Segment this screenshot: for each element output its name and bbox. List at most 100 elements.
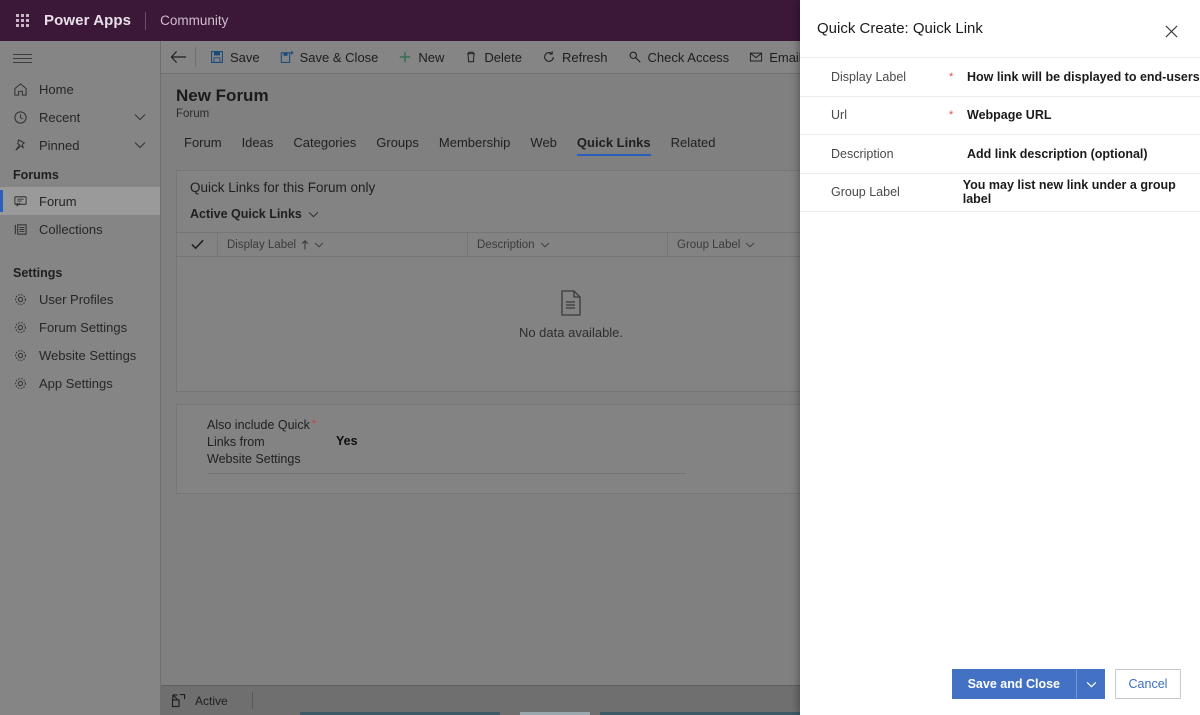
field-description: Description Add link description (option…	[800, 135, 1200, 174]
panel-header: Quick Create: Quick Link	[800, 0, 1200, 57]
tab-categories[interactable]: Categories	[283, 129, 366, 158]
tab-groups[interactable]: Groups	[366, 129, 429, 158]
statusbar-divider	[251, 692, 253, 709]
sidebar-group-forums: Forums	[13, 168, 59, 182]
email-icon	[749, 50, 763, 64]
sidebar-item-label: Website Settings	[39, 347, 137, 363]
forum-icon	[13, 194, 39, 209]
clock-icon	[13, 110, 39, 125]
display-label-input[interactable]: How link will be displayed to end-users	[967, 70, 1200, 84]
tab-forum[interactable]: Forum	[174, 129, 232, 158]
close-icon[interactable]	[1160, 21, 1182, 41]
view-selector-label: Active Quick Links	[190, 207, 302, 221]
sidebar-item-forum-settings[interactable]: Forum Settings	[0, 313, 160, 341]
command-label: Check Access	[647, 49, 730, 65]
sidebar-item-label: Recent	[39, 109, 81, 125]
hamburger-icon[interactable]	[0, 41, 160, 75]
sidebar: Home Recent Pinned Forums Forum Collecti…	[0, 41, 161, 715]
panel-title: Quick Create: Quick Link	[817, 20, 983, 37]
empty-state-message: No data available.	[518, 325, 624, 340]
chevron-down-icon	[308, 211, 319, 218]
gear-icon	[13, 376, 39, 391]
sidebar-item-label: Collections	[39, 221, 103, 237]
save-and-close-button[interactable]: Save & Close	[270, 41, 389, 73]
gear-icon	[13, 292, 39, 307]
tab-ideas[interactable]: Ideas	[232, 129, 284, 158]
page-title: New Forum	[176, 86, 269, 105]
field-label: Description	[831, 146, 894, 161]
tab-web[interactable]: Web	[520, 129, 567, 158]
column-label: Group Label	[677, 238, 741, 251]
field-label: Url	[831, 108, 847, 123]
cancel-button[interactable]: Cancel	[1115, 669, 1181, 699]
select-all-checkmark-icon[interactable]	[177, 239, 217, 250]
save-icon	[210, 50, 224, 64]
column-label: Description	[477, 238, 535, 251]
chevron-down-icon[interactable]	[745, 242, 755, 248]
command-divider	[195, 47, 196, 67]
app-brand-label[interactable]: Power Apps	[44, 12, 131, 29]
panel-fields: Display Label * How link will be display…	[800, 57, 1200, 212]
chevron-down-icon[interactable]	[134, 113, 146, 121]
open-record-icon[interactable]	[161, 693, 195, 708]
required-marker: *	[949, 70, 954, 83]
sidebar-item-pinned[interactable]: Pinned	[0, 131, 160, 159]
collections-icon	[13, 222, 39, 237]
sidebar-item-label: User Profiles	[39, 291, 114, 307]
quick-create-panel: Quick Create: Quick Link Display Label *…	[800, 0, 1200, 715]
gear-icon	[13, 320, 39, 335]
description-input[interactable]: Add link description (optional)	[967, 147, 1148, 161]
command-label: New	[418, 49, 445, 65]
refresh-button[interactable]: Refresh	[532, 41, 618, 73]
chevron-down-icon[interactable]	[134, 141, 146, 149]
save-and-close-button[interactable]: Save and Close	[951, 669, 1076, 699]
field-value[interactable]: Yes	[336, 417, 358, 468]
form-tablist: Forum Ideas Categories Groups Membership…	[174, 129, 725, 158]
tab-quick-links[interactable]: Quick Links	[567, 129, 661, 158]
column-label: Display Label	[227, 238, 297, 251]
sidebar-group-settings: Settings	[13, 266, 63, 280]
tab-related[interactable]: Related	[661, 129, 726, 158]
sidebar-item-label: App Settings	[39, 375, 113, 391]
back-arrow-icon[interactable]	[161, 50, 195, 64]
sidebar-item-label: Forum Settings	[39, 319, 128, 335]
save-close-icon	[280, 50, 294, 64]
pin-icon	[13, 138, 39, 153]
sidebar-item-label: Forum	[39, 193, 77, 209]
environment-label[interactable]: Community	[160, 13, 228, 28]
sort-ascending-icon	[301, 239, 309, 250]
app-root: Power Apps Community Home Recent Pinned …	[0, 0, 1200, 715]
chevron-down-icon[interactable]	[314, 242, 324, 248]
sidebar-item-recent[interactable]: Recent	[0, 103, 160, 131]
sidebar-item-website-settings[interactable]: Website Settings	[0, 341, 160, 369]
required-marker: *	[312, 418, 317, 430]
save-button[interactable]: Save	[200, 41, 270, 73]
delete-button[interactable]: Delete	[454, 41, 532, 73]
field-label: Group Label	[831, 185, 900, 200]
group-label-input[interactable]: You may list new link under a group labe…	[963, 178, 1200, 206]
sidebar-item-collections[interactable]: Collections	[0, 215, 160, 243]
field-label: Display Label	[831, 69, 907, 84]
column-header-display-label[interactable]: Display Label	[217, 232, 467, 257]
command-label: Save	[230, 49, 260, 65]
sidebar-item-home[interactable]: Home	[0, 75, 160, 103]
field-group-label: Group Label You may list new link under …	[800, 174, 1200, 212]
new-button[interactable]: New	[388, 41, 454, 73]
entity-name: Forum	[176, 108, 210, 120]
tab-membership[interactable]: Membership	[429, 129, 521, 158]
command-label: Save & Close	[299, 49, 379, 65]
url-input[interactable]: Webpage URL	[967, 108, 1052, 122]
sidebar-item-forum[interactable]: Forum	[0, 187, 160, 215]
save-and-close-split-button[interactable]: Save and Close	[951, 669, 1105, 699]
chevron-down-icon[interactable]	[1077, 669, 1105, 699]
sidebar-item-app-settings[interactable]: App Settings	[0, 369, 160, 397]
panel-footer: Save and Close Cancel	[800, 653, 1200, 715]
waffle-icon[interactable]	[0, 14, 44, 27]
column-header-description[interactable]: Description	[467, 232, 667, 257]
topbar-divider	[145, 11, 147, 30]
chevron-down-icon[interactable]	[540, 242, 550, 248]
check-access-button[interactable]: Check Access	[618, 41, 740, 73]
refresh-icon	[542, 50, 556, 64]
sidebar-item-user-profiles[interactable]: User Profiles	[0, 285, 160, 313]
